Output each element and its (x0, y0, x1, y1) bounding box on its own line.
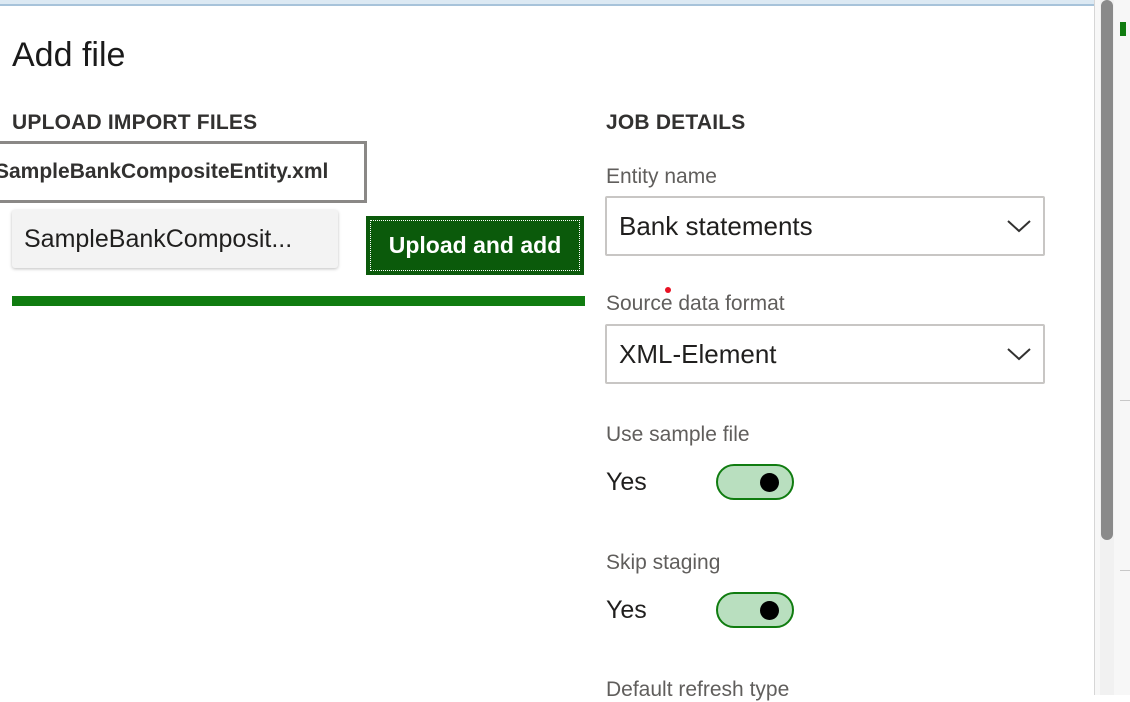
dialog-title: Add file (12, 36, 126, 74)
default-refresh-type-label: Default refresh type (606, 678, 790, 701)
use-sample-file-row: Yes (606, 464, 794, 500)
scrollbar-thumb[interactable] (1101, 0, 1113, 540)
use-sample-file-label: Use sample file (606, 423, 750, 446)
upload-progress-bar (12, 296, 585, 306)
job-details-section-title: JOB DETAILS (606, 111, 746, 134)
skip-staging-row: Yes (606, 592, 794, 628)
entity-name-dropdown[interactable]: Bank statements (605, 196, 1045, 256)
source-format-value: XML-Element (619, 338, 777, 369)
skip-staging-value: Yes (606, 595, 647, 624)
entity-name-label: Entity name (606, 165, 717, 188)
selected-file-name: SampleBankCompositeEntity.xml (0, 160, 329, 183)
background-status-marker (1120, 22, 1126, 36)
source-format-dropdown[interactable]: XML-Element (605, 324, 1045, 384)
use-sample-file-value: Yes (606, 467, 647, 496)
file-pill[interactable]: SampleBankComposit... (12, 210, 338, 268)
upload-and-add-button[interactable]: Upload and add (366, 216, 584, 275)
background-divider (1120, 570, 1130, 571)
chevron-down-icon (1005, 340, 1033, 368)
top-accent-bar (0, 0, 1094, 6)
upload-section-title: UPLOAD IMPORT FILES (12, 111, 258, 134)
file-pill-label: SampleBankComposit... (24, 224, 293, 253)
use-sample-file-toggle[interactable] (716, 464, 794, 500)
skip-staging-toggle[interactable] (716, 592, 794, 628)
toggle-knob-icon (760, 473, 779, 492)
background-divider (1120, 400, 1130, 401)
source-format-label: Source data format (606, 292, 785, 315)
skip-staging-label: Skip staging (606, 551, 721, 574)
chevron-down-icon (1005, 212, 1033, 240)
entity-name-value: Bank statements (619, 210, 813, 241)
toggle-knob-icon (760, 601, 779, 620)
selected-file-box[interactable]: SampleBankCompositeEntity.xml (0, 141, 367, 203)
